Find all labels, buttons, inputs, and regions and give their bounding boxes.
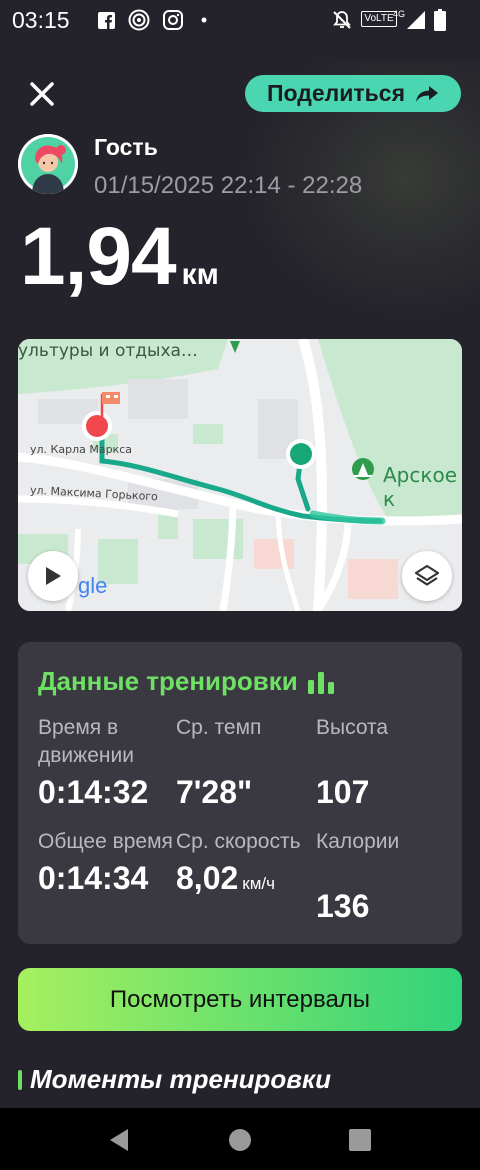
stat-avg-pace: Ср. темп 7'28" [176,714,316,811]
stat-label: Калории [316,830,400,853]
nav-back-button[interactable] [107,1128,131,1152]
avatar [18,134,78,194]
moments-accent-bar [18,1069,22,1090]
close-icon [30,82,54,106]
workout-date-range: 01/15/2025 22:14 - 22:28 [94,172,363,199]
share-arrow-icon [416,85,439,102]
distance-value: 1,94 [20,211,177,302]
network-type: 4G [393,9,406,19]
workout-moments-heading: Моменты тренировки [18,1064,331,1095]
distance: 1,94 км [20,210,219,304]
workout-data-title-text: Данные тренировки [38,666,298,696]
system-nav-bar [0,1108,480,1170]
nav-recents-button[interactable] [348,1128,372,1152]
share-button-label: Поделиться [266,80,406,106]
route-map[interactable]: ультуры и отдыха… ул. Карла Маркса ул. М… [18,339,462,611]
map-play-button[interactable] [28,551,78,601]
stat-avg-speed: Ср. скорость 8,02 км/ч [176,828,316,897]
stat-value: 0:14:32 [38,774,149,810]
map-layers-button[interactable] [402,551,452,601]
view-intervals-button[interactable]: Посмотреть интервалы [18,968,462,1031]
stat-calories: Калории 136 [316,828,456,925]
map-label-park: ультуры и отдыха… [18,341,198,361]
stat-label: Ср. скорость [176,830,301,853]
distance-unit: км [181,258,219,291]
nav-home-button[interactable] [228,1128,252,1152]
stat-value-unit: км/ч [242,874,275,893]
moments-title: Моменты тренировки [30,1064,332,1094]
map-provider-logo: gle [78,573,108,598]
stat-elevation: Высота 107 [316,714,456,811]
stat-value-number: 8,02 [176,860,239,896]
status-time: 03:15 [12,7,70,33]
stat-value: 107 [316,774,370,810]
close-button[interactable] [26,78,58,110]
stat-label: Высота [316,716,389,739]
user-name: Гость [94,134,158,160]
stat-label: Общее время [38,830,173,853]
status-bar: 03:15 • VoLTE 4G [0,0,480,40]
play-icon [46,567,61,585]
stat-label: Время в движении [38,716,134,767]
signal-icon [406,10,426,30]
stat-value: 7'28" [176,774,253,810]
home-icon [229,1129,251,1151]
volte-label: VoLTE [361,11,397,27]
instagram-icon [163,10,183,30]
recents-icon [349,1129,371,1151]
stat-total-time: Общее время 0:14:34 [38,828,178,897]
share-button[interactable]: Поделиться [245,75,461,112]
workout-data-title: Данные тренировки [38,666,336,697]
workout-data-card: Данные тренировки Время в движении 0:14:… [18,642,462,944]
podcast-icon [128,9,150,31]
status-dot: • [200,9,208,30]
stat-moving-time: Время в движении 0:14:32 [38,714,178,811]
bar-chart-icon[interactable] [307,670,336,694]
facebook-icon [97,10,115,30]
map-label-street-karla-marksa: ул. Карла Маркса [30,443,132,456]
back-icon [110,1129,128,1151]
stat-value: 0:14:34 [38,860,149,896]
stat-value: 136 [316,888,370,924]
stat-value: 8,02 км/ч [176,860,316,897]
volte-icon: VoLTE [361,9,397,29]
map-label-place: Арское к [383,463,457,511]
layers-icon [414,564,440,586]
battery-icon [434,9,446,31]
stat-label: Ср. темп [176,716,262,739]
mute-icon [332,10,352,30]
